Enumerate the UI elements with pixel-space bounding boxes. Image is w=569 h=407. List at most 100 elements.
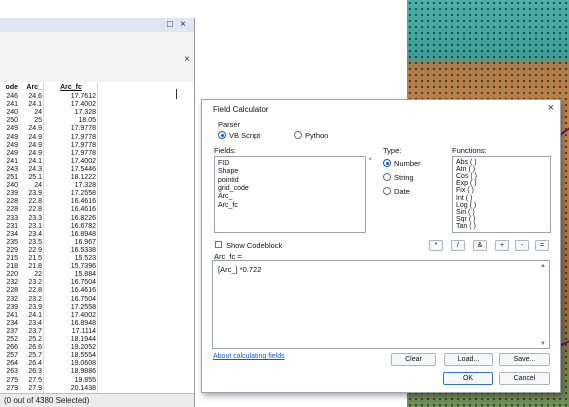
table-cell[interactable]: 24.9	[20, 134, 42, 142]
table-cell[interactable]: 229	[2, 247, 18, 255]
table-cell[interactable]: 24.1	[20, 101, 42, 109]
table-cell[interactable]: 24.9	[20, 125, 42, 133]
table-cell[interactable]: 266	[2, 344, 18, 352]
table-cell[interactable]: 17.4002	[46, 101, 96, 109]
table-cell[interactable]: 23.1	[20, 223, 42, 231]
table-cell[interactable]: 17.2558	[46, 304, 96, 312]
table-row[interactable]: 231 23.1 16.6782	[0, 223, 170, 231]
table-cell[interactable]: 17.9778	[46, 150, 96, 158]
table-cell[interactable]: 237	[2, 328, 18, 336]
table-cell[interactable]: 17.4002	[46, 312, 96, 320]
table-row[interactable]: 252 25.2 18.1944	[0, 336, 170, 344]
table-cell[interactable]: 22.9	[20, 247, 42, 255]
load-button[interactable]: Load...	[444, 353, 493, 366]
maximize-icon[interactable]: □	[167, 19, 173, 31]
table-cell[interactable]: 22.8	[20, 198, 42, 206]
table-cell[interactable]: 240	[2, 182, 18, 190]
operator-minus-button[interactable]: -	[515, 240, 529, 251]
table-cell[interactable]: 27.9	[20, 385, 42, 393]
table-cell[interactable]: 239	[2, 190, 18, 198]
table-cell[interactable]: 234	[2, 320, 18, 328]
show-codeblock-checkbox[interactable]	[215, 241, 222, 248]
operator-multiply-button[interactable]: *	[429, 240, 443, 251]
table-row[interactable]: 241 24.1 17.4002	[0, 312, 170, 320]
table-cell[interactable]: 228	[2, 287, 18, 295]
table-cell[interactable]: 17.328	[46, 109, 96, 117]
function-item[interactable]: Tan ( )	[456, 223, 476, 231]
table-cell[interactable]: 252	[2, 336, 18, 344]
show-codeblock-label[interactable]: Show Codeblock	[226, 241, 282, 250]
table-row[interactable]: 220 22 15.884	[0, 271, 170, 279]
table-cell[interactable]: 246	[2, 93, 18, 101]
table-cell[interactable]: 23.5	[20, 239, 42, 247]
table-cell[interactable]: 17.4002	[46, 158, 96, 166]
table-cell[interactable]: 16.8226	[46, 215, 96, 223]
table-cell[interactable]: 16.5338	[46, 247, 96, 255]
table-cell[interactable]: 249	[2, 150, 18, 158]
field-item[interactable]: FID	[218, 160, 229, 168]
table-row[interactable]: 241 24.1 17.4002	[0, 101, 170, 109]
table-cell[interactable]: 23.2	[20, 279, 42, 287]
table-cell[interactable]: 264	[2, 360, 18, 368]
table-cell[interactable]: 15.884	[46, 271, 96, 279]
table-row[interactable]: 229 22.9 16.5338	[0, 247, 170, 255]
field-item[interactable]: pointid	[218, 177, 239, 185]
field-item[interactable]: Arc_fc	[218, 202, 238, 210]
table-row[interactable]: 241 24.1 17.4002	[0, 158, 170, 166]
table-cell[interactable]: 18.5554	[46, 352, 96, 360]
table-row[interactable]: 249 24.9 17.9778	[0, 150, 170, 158]
attribute-grid[interactable]: ode Arc_ Arc_fc 246 24.6 17.7612 241 24.1 17.…	[0, 82, 170, 400]
table-cell[interactable]: 20.1438	[46, 385, 96, 393]
table-cell[interactable]: 22	[20, 271, 42, 279]
ok-button[interactable]: OK	[443, 372, 493, 385]
table-cell[interactable]: 16.6782	[46, 223, 96, 231]
table-cell[interactable]: 22.8	[20, 206, 42, 214]
table-cell[interactable]: 19.0608	[46, 360, 96, 368]
table-cell[interactable]: 16.967	[46, 239, 96, 247]
table-cell[interactable]: 24.9	[20, 142, 42, 150]
table-cell[interactable]: 24.3	[20, 166, 42, 174]
table-cell[interactable]: 15.7396	[46, 263, 96, 271]
table-cell[interactable]: 23.4	[20, 320, 42, 328]
table-row[interactable]: 250 25 18.05	[0, 117, 170, 125]
table-row[interactable]: 257 25.7 18.5554	[0, 352, 170, 360]
table-cell[interactable]: 23.2	[20, 296, 42, 304]
table-cell[interactable]: 17.1114	[46, 328, 96, 336]
table-cell[interactable]: 17.9778	[46, 125, 96, 133]
functions-list[interactable]: Abs ( ) Atn ( ) Cos ( ) Exp ( ) Fix ( ) Int (…	[452, 156, 551, 233]
table-cell[interactable]: 15.523	[46, 255, 96, 263]
table-cell[interactable]: 26.6	[20, 344, 42, 352]
table-row[interactable]: 279 27.9 20.1438	[0, 385, 170, 393]
table-cell[interactable]: 16.4616	[46, 206, 96, 214]
expression-text[interactable]: [Arc_] *0.722	[218, 265, 261, 274]
clear-button[interactable]: Clear	[391, 353, 436, 366]
table-cell[interactable]: 231	[2, 223, 18, 231]
table-cell[interactable]: 232	[2, 279, 18, 287]
table-row[interactable]: 240 24 17.328	[0, 109, 170, 117]
vbscript-label[interactable]: VB Script	[229, 131, 260, 140]
table-cell[interactable]: 251	[2, 174, 18, 182]
table-cell[interactable]: 218	[2, 263, 18, 271]
type-date-radio[interactable]	[383, 187, 391, 195]
type-string-radio[interactable]	[383, 173, 391, 181]
table-row[interactable]: 228 22.8 16.4616	[0, 206, 170, 214]
table-cell[interactable]: 21.8	[20, 263, 42, 271]
table-cell[interactable]: 17.9778	[46, 142, 96, 150]
operator-equals-button[interactable]: =	[535, 240, 549, 251]
type-string-label[interactable]: String	[394, 173, 414, 182]
close-icon[interactable]: ×	[548, 102, 554, 114]
table-cell[interactable]: 23.3	[20, 215, 42, 223]
table-cell[interactable]: 233	[2, 215, 18, 223]
table-cell[interactable]: 234	[2, 231, 18, 239]
table-cell[interactable]: 16.8948	[46, 231, 96, 239]
table-cell[interactable]: 24.1	[20, 312, 42, 320]
vbscript-radio[interactable]	[218, 131, 226, 139]
table-cell[interactable]: 228	[2, 198, 18, 206]
table-row[interactable]: 263 26.3 18.9886	[0, 368, 170, 376]
table-cell[interactable]: 17.7612	[46, 93, 96, 101]
table-row[interactable]: 218 21.8 15.7396	[0, 263, 170, 271]
table-row[interactable]: 239 23.9 17.2558	[0, 304, 170, 312]
python-radio[interactable]	[294, 131, 302, 139]
python-label[interactable]: Python	[305, 131, 328, 140]
operator-ampersand-button[interactable]: &	[473, 240, 487, 251]
